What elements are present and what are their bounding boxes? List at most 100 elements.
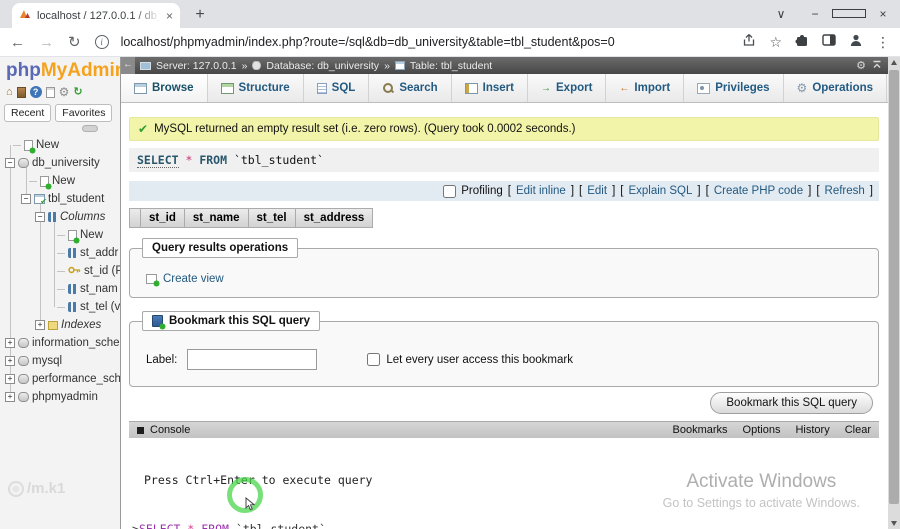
- reload-icon[interactable]: ↻: [68, 33, 81, 51]
- expand-icon[interactable]: +: [35, 320, 45, 330]
- profiling-checkbox[interactable]: [443, 184, 457, 198]
- tree-item-mysql[interactable]: + mysql: [0, 352, 120, 370]
- maximize-button[interactable]: [832, 0, 866, 28]
- tab-export[interactable]: → Export: [528, 74, 607, 102]
- tree-item-st-id[interactable]: st_id (P: [0, 262, 120, 280]
- bookmark-shared-checkbox[interactable]: [367, 353, 381, 366]
- scrollbar-thumb[interactable]: [889, 70, 899, 504]
- kebab-menu-icon[interactable]: ⋮: [876, 34, 890, 51]
- export-icon: →: [541, 82, 551, 94]
- tab-privileges[interactable]: Privileges: [684, 74, 784, 102]
- explain-sql-link[interactable]: Explain SQL: [628, 185, 692, 197]
- tab-sql[interactable]: SQL: [304, 74, 370, 102]
- column-header[interactable]: st_tel: [248, 208, 296, 228]
- tree-item-performance-schema[interactable]: + performance_sche: [0, 370, 120, 388]
- sql-keyword[interactable]: SELECT: [137, 153, 179, 168]
- page-settings-gear-icon[interactable]: ⚙: [856, 59, 866, 72]
- scroll-down-icon[interactable]: [888, 517, 900, 529]
- tree-item-tbl-student[interactable]: −tbl_student: [0, 190, 120, 208]
- tree-item-indexes[interactable]: + Indexes: [0, 316, 120, 334]
- tree-item-st-tel[interactable]: st_tel (v: [0, 298, 120, 316]
- logout-icon[interactable]: [16, 86, 26, 98]
- new-tab-button[interactable]: +: [190, 6, 210, 24]
- bookmark-label-input[interactable]: [187, 349, 318, 370]
- checkbox-column-header: [129, 208, 141, 228]
- console-bar[interactable]: Console Bookmarks Options History Clear: [129, 421, 879, 438]
- page-scrollbar[interactable]: [888, 57, 900, 529]
- expand-icon[interactable]: +: [5, 338, 15, 348]
- column-header[interactable]: st_name: [184, 208, 249, 228]
- tree-item-columns[interactable]: − Columns: [0, 208, 120, 226]
- breadcrumb-table[interactable]: Table: tbl_student: [410, 60, 492, 72]
- tab-browse[interactable]: Browse: [121, 74, 208, 102]
- edit-link[interactable]: Edit: [587, 185, 607, 197]
- refresh-link[interactable]: Refresh: [825, 185, 865, 197]
- side-panel-icon[interactable]: [822, 33, 836, 51]
- tree-item-new-table[interactable]: New: [0, 172, 120, 190]
- browse-icon: [134, 82, 147, 94]
- collapse-console-icon[interactable]: [872, 60, 882, 72]
- close-button[interactable]: ×: [866, 0, 900, 28]
- create-php-code-link[interactable]: Create PHP code: [714, 185, 803, 197]
- minimize-button[interactable]: −: [798, 0, 832, 28]
- site-info-icon[interactable]: i: [94, 35, 109, 49]
- edit-inline-link[interactable]: Edit inline: [516, 185, 566, 197]
- console-history[interactable]: History: [795, 424, 829, 436]
- collapse-icon[interactable]: −: [21, 194, 31, 204]
- hide-panel-icon[interactable]: ←: [121, 57, 135, 74]
- bookmark-fieldset: Bookmark this SQL query Label: Let every…: [129, 311, 879, 387]
- share-icon[interactable]: [742, 33, 756, 52]
- console-icon: [137, 426, 144, 434]
- tree-item-phpmyadmin[interactable]: + phpmyadmin: [0, 388, 120, 406]
- chevron-down-icon[interactable]: ∨: [764, 0, 798, 28]
- result-table-header: st_id st_name st_tel st_address: [129, 208, 879, 228]
- browser-tab[interactable]: localhost / 127.0.0.1 / db_univers ×: [12, 3, 180, 28]
- forward-icon[interactable]: →: [39, 34, 54, 51]
- tab-close-icon[interactable]: ×: [166, 9, 173, 23]
- collapse-icon[interactable]: −: [5, 158, 15, 168]
- tree-item-st-address[interactable]: st_addr: [0, 244, 120, 262]
- tab-structure[interactable]: Structure: [208, 74, 304, 102]
- console-menu: Bookmarks Options History Clear: [673, 424, 871, 436]
- tree-item-st-name[interactable]: st_nam: [0, 280, 120, 298]
- query-results-operations-legend: Query results operations: [142, 238, 299, 258]
- expand-icon[interactable]: +: [5, 374, 15, 384]
- tab-recent[interactable]: Recent: [4, 104, 52, 122]
- refresh-icon[interactable]: ↻: [73, 86, 82, 98]
- column-header[interactable]: st_address: [295, 208, 374, 228]
- console-bookmarks[interactable]: Bookmarks: [673, 424, 728, 436]
- bookmark-star-icon[interactable]: ☆: [769, 34, 782, 51]
- docs-icon[interactable]: [45, 86, 55, 98]
- help-icon[interactable]: ?: [29, 86, 42, 98]
- breadcrumb-server[interactable]: Server: 127.0.0.1: [156, 60, 237, 72]
- collapse-icon[interactable]: −: [35, 212, 45, 222]
- console-history-line[interactable]: >SELECT * FROM `tbl_student`: [129, 519, 879, 529]
- bookmark-checkbox-label: Let every user access this bookmark: [386, 353, 573, 366]
- breadcrumb-database[interactable]: Database: db_university: [266, 60, 379, 72]
- tab-insert[interactable]: Insert: [452, 74, 528, 102]
- tree-item-new-column[interactable]: New: [0, 226, 120, 244]
- address-bar[interactable]: localhost/phpmyadmin/index.php?route=/sq…: [121, 35, 729, 49]
- tab-favorites[interactable]: Favorites: [55, 104, 113, 122]
- tree-item-new-database[interactable]: New: [0, 136, 120, 154]
- expand-icon[interactable]: +: [5, 356, 15, 366]
- column-header[interactable]: st_id: [141, 208, 185, 228]
- back-icon[interactable]: ←: [10, 34, 25, 51]
- tree-resize-handle-icon[interactable]: [82, 125, 98, 132]
- scroll-up-icon[interactable]: [888, 57, 900, 69]
- tab-operations[interactable]: ⚙ Operations: [784, 74, 888, 102]
- console-clear[interactable]: Clear: [845, 424, 871, 436]
- home-icon[interactable]: ⌂: [6, 86, 13, 98]
- console-options[interactable]: Options: [743, 424, 781, 436]
- expand-icon[interactable]: +: [5, 392, 15, 402]
- extensions-icon[interactable]: [795, 33, 809, 52]
- bookmark-submit-button[interactable]: Bookmark this SQL query: [710, 392, 873, 414]
- settings-gear-icon[interactable]: ⚙: [59, 86, 70, 98]
- profile-icon[interactable]: [849, 33, 863, 52]
- database-icon: [18, 356, 29, 366]
- tree-item-information-schema[interactable]: + information_schem: [0, 334, 120, 352]
- tab-import[interactable]: ← Import: [606, 74, 685, 102]
- create-view-link[interactable]: Create view: [146, 273, 868, 287]
- tab-search[interactable]: Search: [369, 74, 452, 102]
- tree-item-db-university[interactable]: − db_university: [0, 154, 120, 172]
